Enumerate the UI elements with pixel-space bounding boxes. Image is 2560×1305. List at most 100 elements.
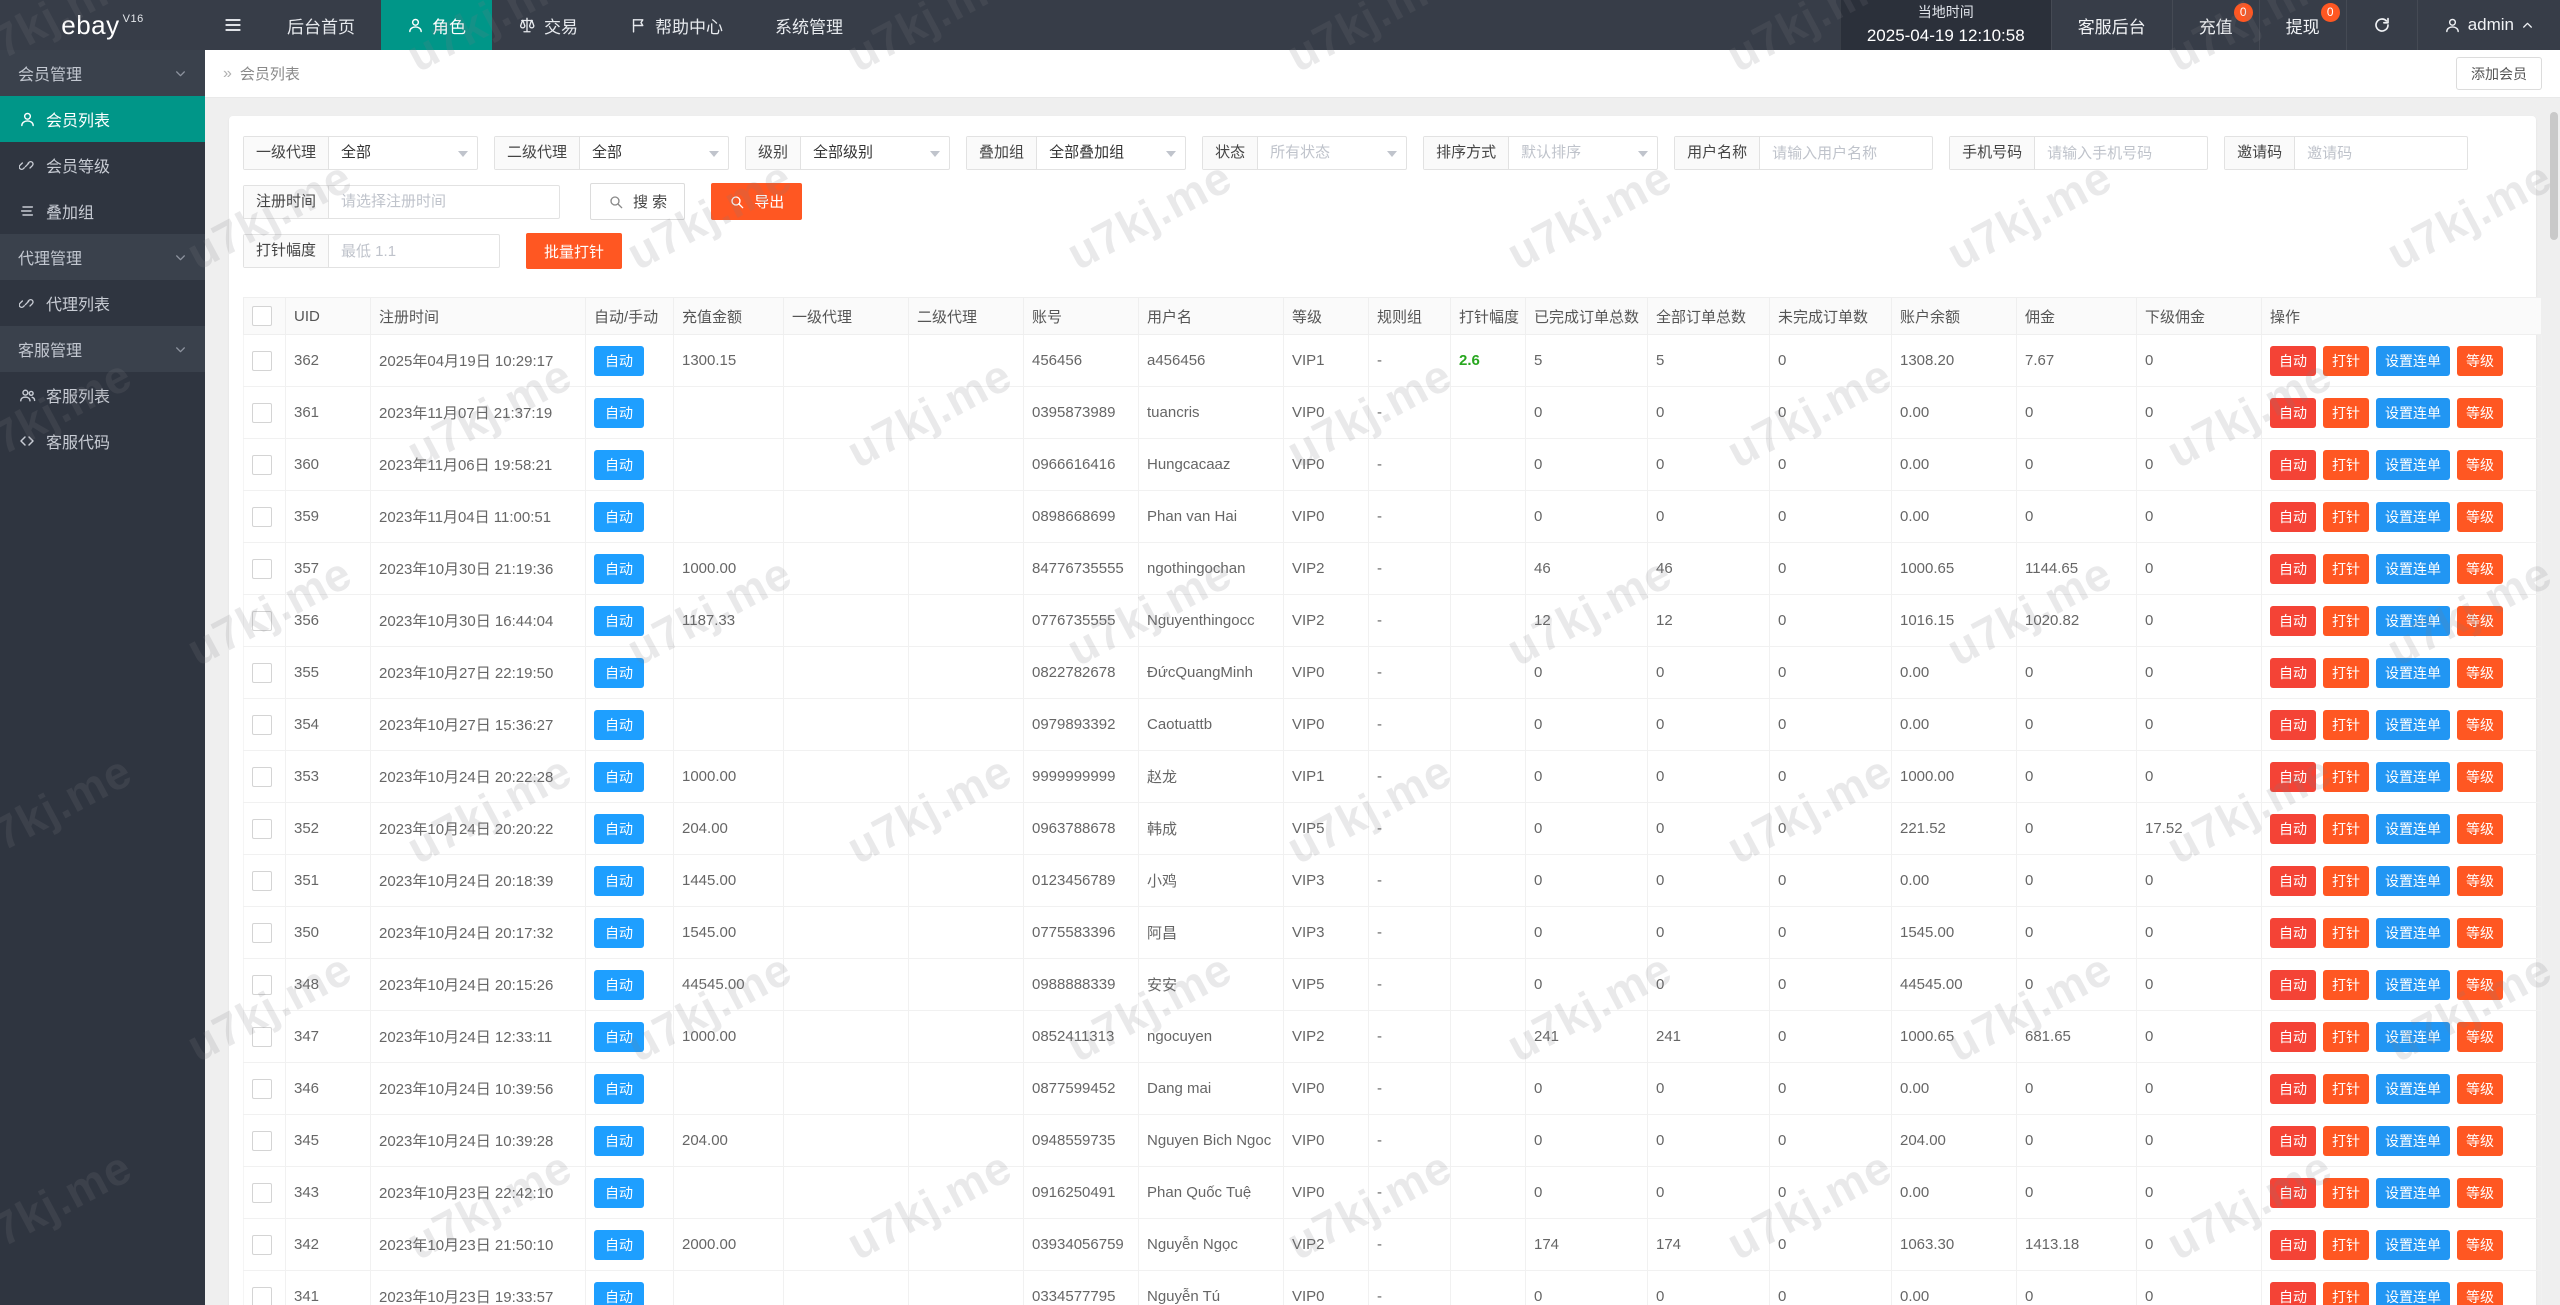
auto-button[interactable]: 自动 xyxy=(2270,1073,2316,1104)
level-button[interactable]: 等级 xyxy=(2457,1021,2503,1052)
set-series-button[interactable]: 设置连单 xyxy=(2376,657,2450,688)
mode-auto-button[interactable]: 自动 xyxy=(594,501,644,532)
level-button[interactable]: 等级 xyxy=(2457,553,2503,584)
filter-agent2-select[interactable]: 全部 xyxy=(580,137,728,169)
row-checkbox[interactable] xyxy=(252,402,272,423)
set-series-button[interactable]: 设置连单 xyxy=(2376,1125,2450,1156)
sidebar-item-0-1[interactable]: 会员等级 xyxy=(0,142,205,188)
auto-button[interactable]: 自动 xyxy=(2270,1021,2316,1052)
set-series-button[interactable]: 设置连单 xyxy=(2376,813,2450,844)
mode-auto-button[interactable]: 自动 xyxy=(594,865,644,896)
set-series-button[interactable]: 设置连单 xyxy=(2376,709,2450,740)
reg-time-input[interactable] xyxy=(329,185,560,218)
sidebar-group-2[interactable]: 客服管理 xyxy=(0,326,205,372)
filter-stack-group-select[interactable]: 全部叠加组 xyxy=(1037,137,1185,169)
auto-button[interactable]: 自动 xyxy=(2270,605,2316,636)
sidebar-item-1-0[interactable]: 代理列表 xyxy=(0,280,205,326)
needle-button[interactable]: 打针 xyxy=(2323,969,2369,1000)
level-button[interactable]: 等级 xyxy=(2457,917,2503,948)
withdraw-link[interactable]: 提现 0 xyxy=(2258,0,2346,50)
level-button[interactable]: 等级 xyxy=(2457,501,2503,532)
set-series-button[interactable]: 设置连单 xyxy=(2376,1073,2450,1104)
mode-auto-button[interactable]: 自动 xyxy=(594,709,644,740)
export-button[interactable]: 导出 xyxy=(711,183,803,220)
nav-item-1[interactable]: 角色 xyxy=(381,0,492,50)
row-checkbox[interactable] xyxy=(252,558,272,579)
row-checkbox[interactable] xyxy=(252,506,272,527)
auto-button[interactable]: 自动 xyxy=(2270,1229,2316,1260)
row-checkbox[interactable] xyxy=(252,1286,272,1305)
row-checkbox[interactable] xyxy=(252,1130,272,1151)
needle-button[interactable]: 打针 xyxy=(2323,1021,2369,1052)
auto-button[interactable]: 自动 xyxy=(2270,397,2316,428)
needle-button[interactable]: 打针 xyxy=(2323,657,2369,688)
needle-button[interactable]: 打针 xyxy=(2323,449,2369,480)
mode-auto-button[interactable]: 自动 xyxy=(594,761,644,792)
auto-button[interactable]: 自动 xyxy=(2270,1125,2316,1156)
mode-auto-button[interactable]: 自动 xyxy=(594,1125,644,1156)
level-button[interactable]: 等级 xyxy=(2457,813,2503,844)
level-button[interactable]: 等级 xyxy=(2457,761,2503,792)
needle-button[interactable]: 打针 xyxy=(2323,553,2369,584)
level-button[interactable]: 等级 xyxy=(2457,865,2503,896)
mode-auto-button[interactable]: 自动 xyxy=(594,553,644,584)
sidebar-item-2-0[interactable]: 客服列表 xyxy=(0,372,205,418)
recharge-link[interactable]: 充值 0 xyxy=(2171,0,2259,50)
row-checkbox[interactable] xyxy=(252,610,272,631)
nav-item-0[interactable]: 后台首页 xyxy=(261,0,381,50)
auto-button[interactable]: 自动 xyxy=(2270,917,2316,948)
level-button[interactable]: 等级 xyxy=(2457,345,2503,376)
needle-button[interactable]: 打针 xyxy=(2323,1229,2369,1260)
mode-auto-button[interactable]: 自动 xyxy=(594,397,644,428)
level-button[interactable]: 等级 xyxy=(2457,397,2503,428)
needle-button[interactable]: 打针 xyxy=(2323,501,2369,532)
mode-auto-button[interactable]: 自动 xyxy=(594,1281,644,1305)
auto-button[interactable]: 自动 xyxy=(2270,449,2316,480)
select-all-checkbox[interactable] xyxy=(252,306,272,326)
sidebar-item-0-0[interactable]: 会员列表 xyxy=(0,96,205,142)
mode-auto-button[interactable]: 自动 xyxy=(594,1073,644,1104)
search-button[interactable]: 搜 索 xyxy=(590,183,686,220)
row-checkbox[interactable] xyxy=(252,922,272,943)
set-series-button[interactable]: 设置连单 xyxy=(2376,1177,2450,1208)
needle-button[interactable]: 打针 xyxy=(2323,1281,2369,1305)
auto-button[interactable]: 自动 xyxy=(2270,1281,2316,1305)
sidebar-group-0[interactable]: 会员管理 xyxy=(0,50,205,96)
needle-button[interactable]: 打针 xyxy=(2323,605,2369,636)
auto-button[interactable]: 自动 xyxy=(2270,865,2316,896)
level-button[interactable]: 等级 xyxy=(2457,1125,2503,1156)
set-series-button[interactable]: 设置连单 xyxy=(2376,1229,2450,1260)
refresh-button[interactable] xyxy=(2345,0,2417,50)
needle-button[interactable]: 打针 xyxy=(2323,865,2369,896)
row-checkbox[interactable] xyxy=(252,1078,272,1099)
needle-button[interactable]: 打针 xyxy=(2323,397,2369,428)
row-checkbox[interactable] xyxy=(252,766,272,787)
nav-item-3[interactable]: 帮助中心 xyxy=(604,0,749,50)
auto-button[interactable]: 自动 xyxy=(2270,761,2316,792)
mode-auto-button[interactable]: 自动 xyxy=(594,657,644,688)
row-checkbox[interactable] xyxy=(252,454,272,475)
row-checkbox[interactable] xyxy=(252,1234,272,1255)
level-button[interactable]: 等级 xyxy=(2457,1229,2503,1260)
level-button[interactable]: 等级 xyxy=(2457,969,2503,1000)
batch-needle-button[interactable]: 批量打针 xyxy=(526,233,623,269)
filter-invite-code-input[interactable] xyxy=(2295,137,2468,169)
menu-toggle-icon[interactable] xyxy=(205,0,261,50)
row-checkbox[interactable] xyxy=(252,974,272,995)
needle-button[interactable]: 打针 xyxy=(2323,761,2369,792)
level-button[interactable]: 等级 xyxy=(2457,449,2503,480)
level-button[interactable]: 等级 xyxy=(2457,605,2503,636)
sidebar-item-0-2[interactable]: 叠加组 xyxy=(0,188,205,234)
nav-item-4[interactable]: 系统管理 xyxy=(749,0,869,50)
row-checkbox[interactable] xyxy=(252,1182,272,1203)
row-checkbox[interactable] xyxy=(252,350,272,371)
set-series-button[interactable]: 设置连单 xyxy=(2376,969,2450,1000)
set-series-button[interactable]: 设置连单 xyxy=(2376,397,2450,428)
sidebar-item-2-1[interactable]: 客服代码 xyxy=(0,418,205,464)
sidebar-group-1[interactable]: 代理管理 xyxy=(0,234,205,280)
filter-level-select[interactable]: 全部级别 xyxy=(801,137,949,169)
mode-auto-button[interactable]: 自动 xyxy=(594,813,644,844)
mode-auto-button[interactable]: 自动 xyxy=(594,1021,644,1052)
level-button[interactable]: 等级 xyxy=(2457,1073,2503,1104)
mode-auto-button[interactable]: 自动 xyxy=(594,345,644,376)
